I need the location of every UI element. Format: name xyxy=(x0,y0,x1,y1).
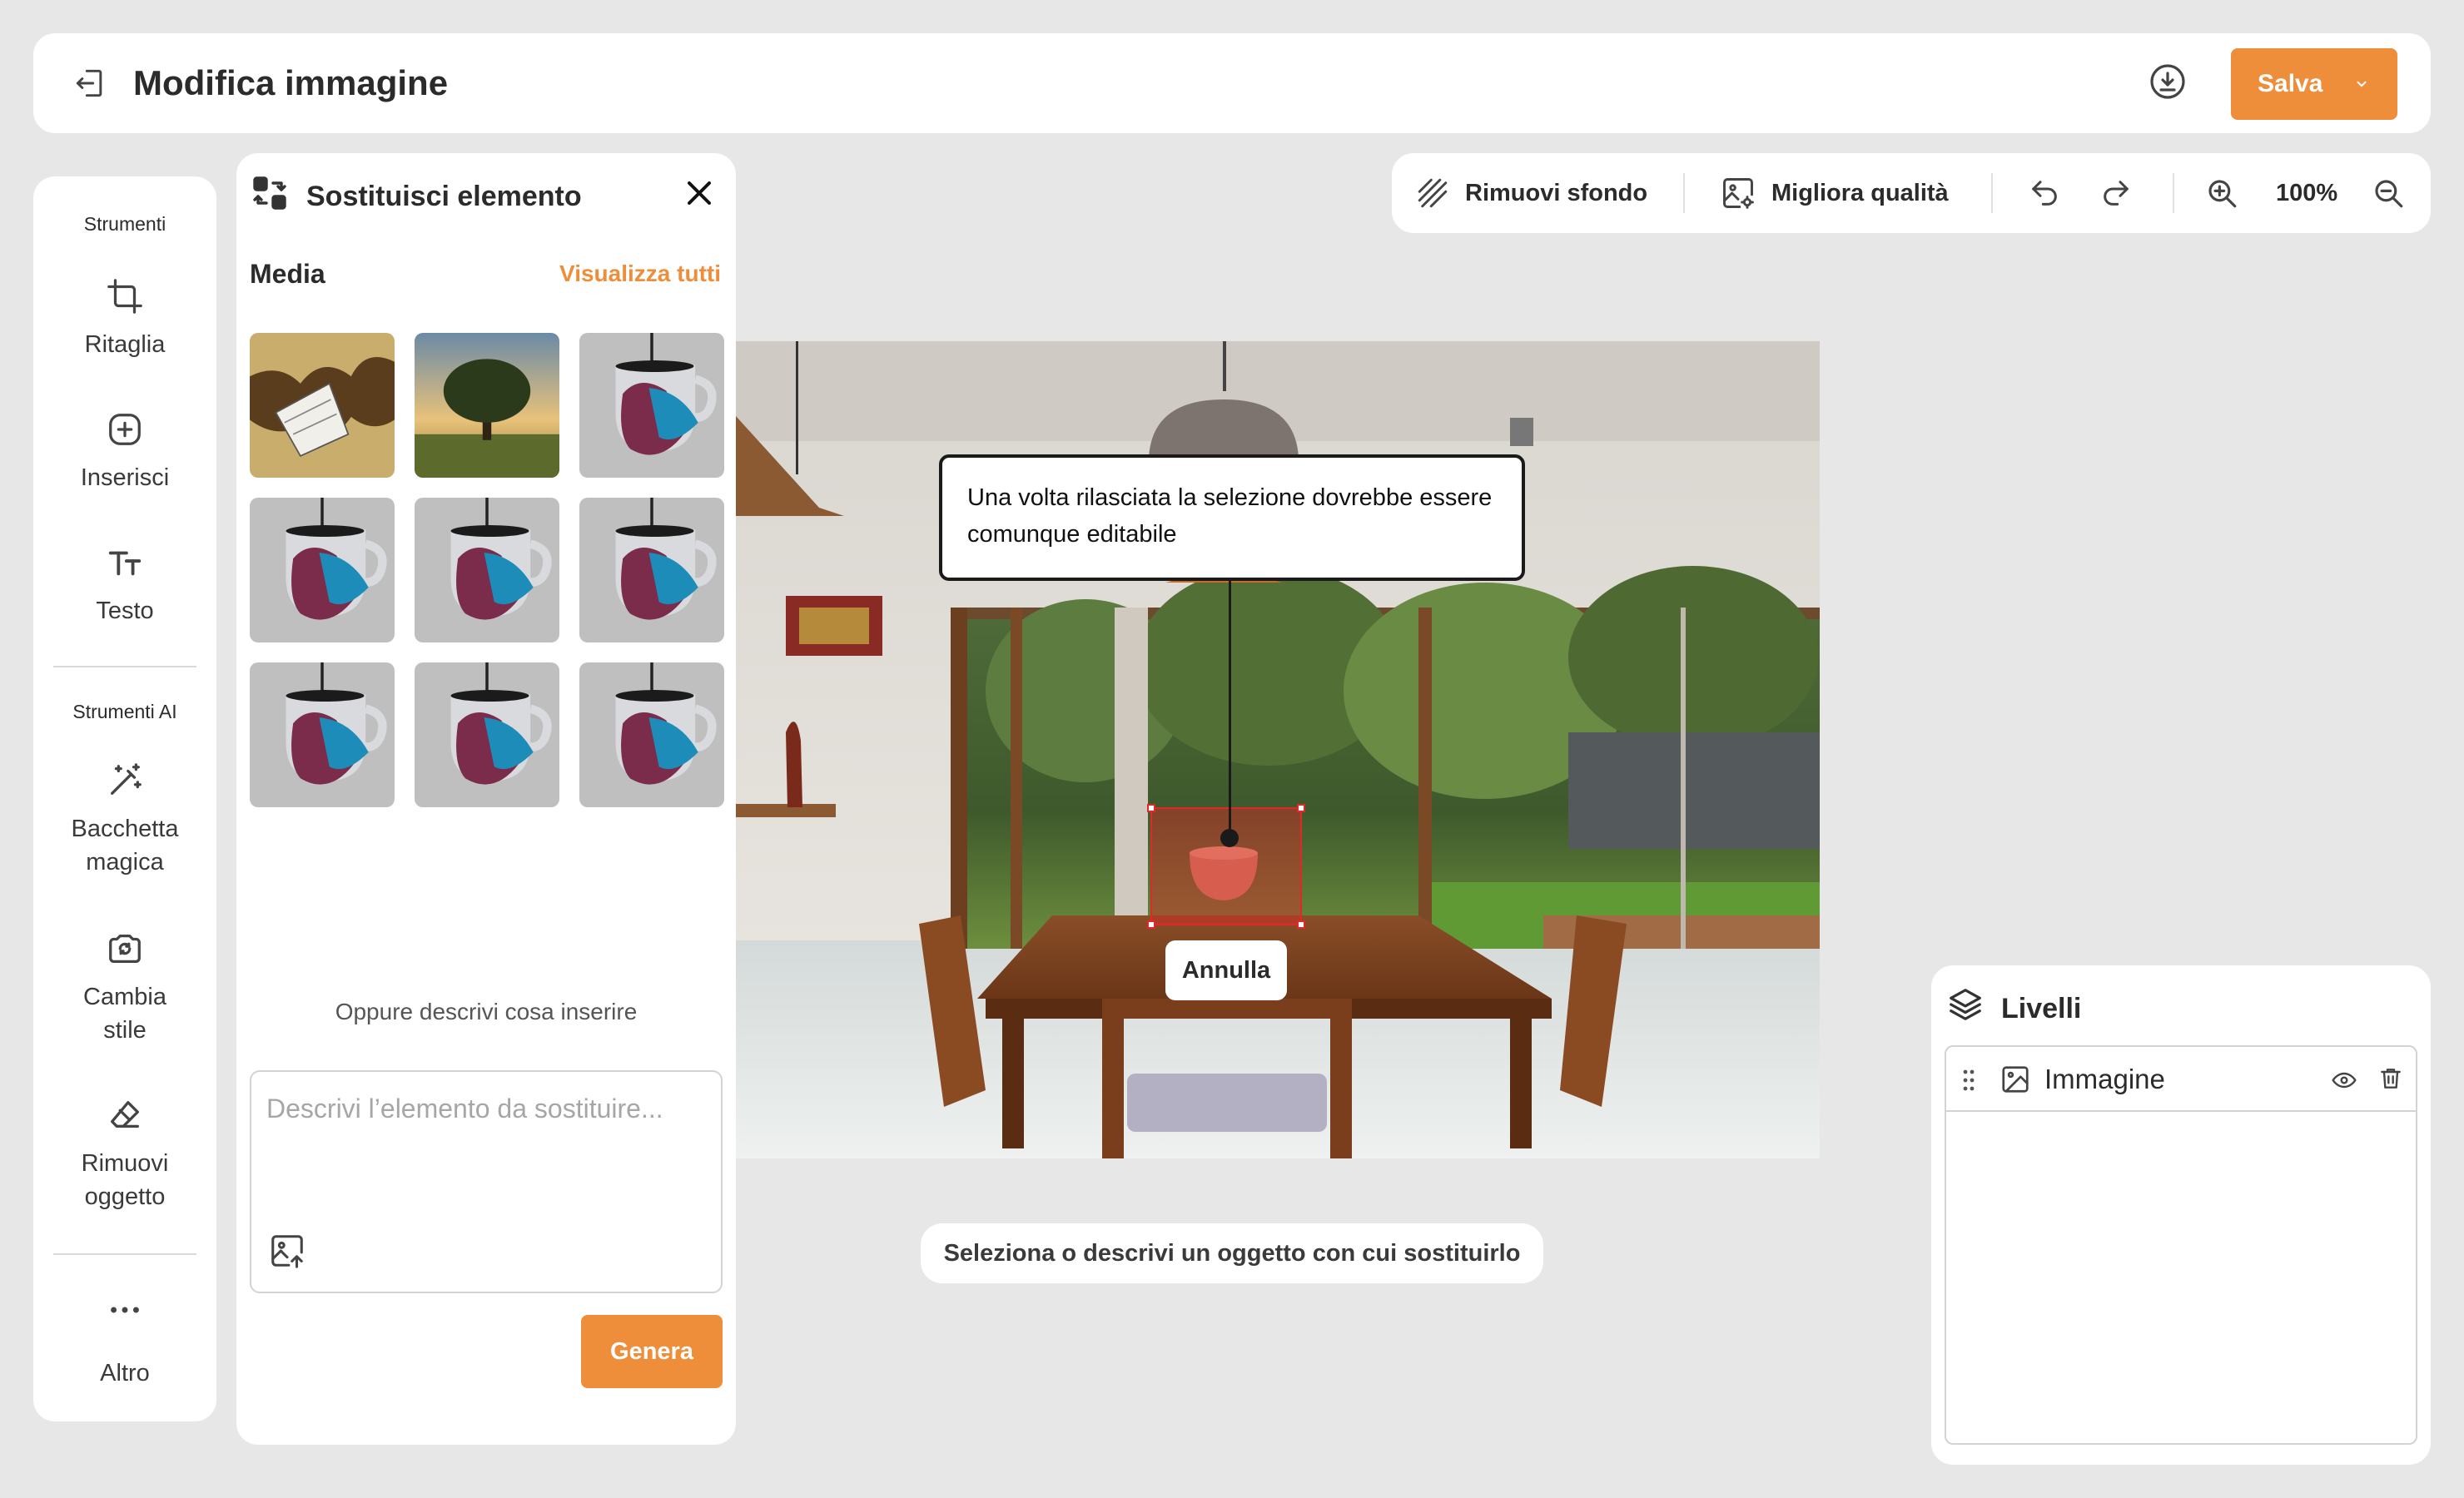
tool-label: Cambia stile xyxy=(83,984,166,1044)
save-button[interactable]: Salva xyxy=(2231,48,2397,120)
generate-button[interactable]: Genera xyxy=(581,1315,723,1388)
tool-more[interactable]: Altro xyxy=(33,1288,216,1390)
add-square-icon xyxy=(103,408,147,451)
layer-row[interactable]: Immagine xyxy=(1946,1047,2416,1112)
toolbar-divider xyxy=(1683,173,1685,213)
image-toolbar: Rimuovi sfondo Migliora qualità 100% xyxy=(1392,153,2431,233)
layers-list: Immagine xyxy=(1945,1045,2417,1445)
selection-handle[interactable] xyxy=(1147,920,1155,929)
media-thumbnail[interactable] xyxy=(250,498,395,642)
drag-handle-icon[interactable] xyxy=(1960,1069,1978,1092)
selection-box[interactable] xyxy=(1147,804,1305,929)
save-button-label: Salva xyxy=(2258,70,2323,97)
tool-label: Inserisci xyxy=(80,464,170,491)
close-icon[interactable] xyxy=(679,173,723,216)
layer-name: Immagine xyxy=(2044,1064,2165,1094)
layers-icon xyxy=(1946,985,1988,1027)
tool-text[interactable]: Testo xyxy=(33,541,216,627)
layers-title: Livelli xyxy=(2001,993,2082,1024)
hint-banner: Seleziona o descrivi un oggetto con cui … xyxy=(921,1223,1543,1283)
enhance-quality-button[interactable]: Migliora qualità xyxy=(1720,171,1949,215)
toolbar-divider xyxy=(1991,173,1993,213)
tools-sidebar: Strumenti Ritaglia Inserisci Testo Strum… xyxy=(33,176,216,1421)
image-icon xyxy=(2000,1064,2031,1095)
media-thumbnail[interactable] xyxy=(415,333,559,478)
media-thumbnail[interactable] xyxy=(250,662,395,807)
tool-label: Rimuovi oggetto xyxy=(81,1150,169,1210)
view-all-link[interactable]: Visualizza tutti xyxy=(559,256,721,291)
tool-crop[interactable]: Ritaglia xyxy=(33,275,216,361)
replace-element-panel: Sostituisci elemento Media Visualizza tu… xyxy=(236,153,736,1445)
media-thumbnail[interactable] xyxy=(250,333,395,478)
media-thumbnail[interactable] xyxy=(415,498,559,642)
exit-icon[interactable] xyxy=(68,62,112,105)
download-icon[interactable] xyxy=(2148,62,2191,105)
more-dots-icon xyxy=(103,1288,147,1332)
page-title: Modifica immagine xyxy=(133,63,449,102)
media-thumbnail[interactable] xyxy=(579,498,724,642)
header-bar: Modifica immagine Salva xyxy=(33,33,2431,133)
cancel-button[interactable]: Annulla xyxy=(1165,940,1287,1000)
tool-remove-object[interactable]: Rimuovi oggetto xyxy=(33,1094,216,1213)
tools-divider xyxy=(53,1253,196,1255)
media-thumbnail[interactable] xyxy=(415,662,559,807)
annotation-pin xyxy=(1220,829,1239,847)
crop-icon xyxy=(103,275,147,318)
zoom-level-value: 100% xyxy=(2276,179,2338,206)
layers-panel: Livelli Immagine xyxy=(1931,965,2431,1465)
media-thumbnail[interactable] xyxy=(579,662,724,807)
camera-swap-icon xyxy=(103,927,147,970)
image-upload-icon[interactable] xyxy=(268,1232,310,1273)
tool-change-style[interactable]: Cambia stile xyxy=(33,927,216,1047)
tool-label: Testo xyxy=(96,598,154,624)
tools-section-label: Strumenti xyxy=(83,213,166,235)
enhance-quality-label: Migliora qualità xyxy=(1771,179,1949,206)
ai-tools-section-label: Strumenti AI xyxy=(72,701,177,722)
media-thumbnail[interactable] xyxy=(579,333,724,478)
toolbar-divider xyxy=(2173,173,2174,213)
prompt-input[interactable] xyxy=(266,1089,708,1222)
selection-handle[interactable] xyxy=(1297,804,1305,812)
annotation-line xyxy=(1229,579,1231,839)
tool-insert[interactable]: Inserisci xyxy=(33,408,216,494)
tool-label: Altro xyxy=(100,1360,150,1386)
magic-wand-icon xyxy=(103,759,147,802)
tool-label: Bacchetta magica xyxy=(71,816,179,875)
zoom-in-icon[interactable] xyxy=(2204,171,2239,215)
panel-title: Sostituisci elemento xyxy=(306,181,582,212)
remove-background-label: Rimuovi sfondo xyxy=(1465,179,1648,206)
zoom-out-icon[interactable] xyxy=(2371,171,2406,215)
tool-label: Ritaglia xyxy=(84,331,166,358)
tools-divider xyxy=(53,666,196,667)
replace-icon xyxy=(250,173,293,216)
enhance-image-icon xyxy=(1723,178,1754,209)
text-icon xyxy=(103,541,147,584)
eraser-icon xyxy=(103,1094,147,1137)
selection-handle[interactable] xyxy=(1147,804,1155,812)
redo-icon[interactable] xyxy=(2099,171,2133,215)
tool-magic-wand[interactable]: Bacchetta magica xyxy=(33,759,216,879)
media-label: Media xyxy=(250,259,325,289)
chevron-down-icon xyxy=(2357,81,2367,87)
selection-handle[interactable] xyxy=(1297,920,1305,929)
describe-or-label: Oppure descrivi cosa inserire xyxy=(335,999,638,1024)
zoom-level: 100% xyxy=(2276,171,2337,215)
undo-icon[interactable] xyxy=(2028,171,2061,215)
remove-background-icon xyxy=(1418,178,1448,208)
eye-icon[interactable] xyxy=(2331,1067,2357,1094)
trash-icon[interactable] xyxy=(2377,1065,2404,1092)
annotation-tooltip: Una volta rilasciata la selezione dovreb… xyxy=(939,454,1525,581)
prompt-box xyxy=(250,1070,723,1293)
remove-background-button[interactable]: Rimuovi sfondo xyxy=(1415,171,1647,215)
